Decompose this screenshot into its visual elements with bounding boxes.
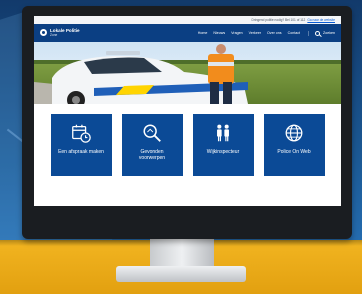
hero-banner <box>34 42 341 104</box>
nav-item-contact[interactable]: Contact <box>288 31 300 35</box>
hero-photo <box>34 42 341 104</box>
nav-item-over-ons[interactable]: Over ons <box>267 31 282 35</box>
tile-found-objects[interactable]: Gevonden voorwerpen <box>121 114 183 176</box>
quick-links: Een afspraak maken Gevonden voorwerpen W… <box>34 104 341 206</box>
police-logo-icon <box>40 29 47 37</box>
tile-found-objects-label: Gevonden voorwerpen <box>138 149 166 161</box>
utility-text: Dringend politie nodig? Bel 101 of 112 <box>251 18 306 22</box>
logo-text: Lokale Politie Zone <box>50 28 80 38</box>
utility-link[interactable]: Ga naar de website <box>307 18 335 22</box>
tile-neighbourhood-inspector-label: Wijkinspecteur <box>206 149 240 155</box>
tile-appointment-label: Een afspraak maken <box>58 149 104 155</box>
monitor-stand-neck <box>150 236 214 270</box>
calendar-clock-icon <box>72 124 91 143</box>
tile-police-on-web-label: Police On Web <box>277 149 311 155</box>
site-logo[interactable]: Lokale Politie Zone <box>40 28 80 38</box>
tile-police-on-web[interactable]: Police On Web <box>263 114 325 176</box>
monitor-stand-base <box>116 266 246 282</box>
monitor: Dringend politie nodig? Bel 101 of 112 G… <box>22 6 352 239</box>
nav-item-vragen[interactable]: Vragen <box>231 31 242 35</box>
utility-bar: Dringend politie nodig? Bel 101 of 112 G… <box>34 16 341 24</box>
nav-menu: Home Nieuws Vragen Verkeer Over ons Cont… <box>198 31 300 35</box>
tile-neighbourhood-inspector[interactable]: Wijkinspecteur <box>192 114 254 176</box>
nav-item-verkeer[interactable]: Verkeer <box>249 31 261 35</box>
search-icon <box>315 30 320 36</box>
people-icon <box>217 124 229 142</box>
search-button[interactable]: Zoeken <box>308 30 335 36</box>
nav-item-home[interactable]: Home <box>198 31 208 35</box>
logo-subtitle: Zone <box>50 33 58 38</box>
main-navigation: Lokale Politie Zone Home Nieuws Vragen V… <box>34 24 341 42</box>
globe-icon <box>285 124 303 142</box>
tile-appointment[interactable]: Een afspraak maken <box>50 114 112 176</box>
nav-item-nieuws[interactable]: Nieuws <box>213 31 225 35</box>
website-screen: Dringend politie nodig? Bel 101 of 112 G… <box>34 16 341 206</box>
magnifier-icon <box>143 124 161 142</box>
search-label: Zoeken <box>323 31 335 35</box>
